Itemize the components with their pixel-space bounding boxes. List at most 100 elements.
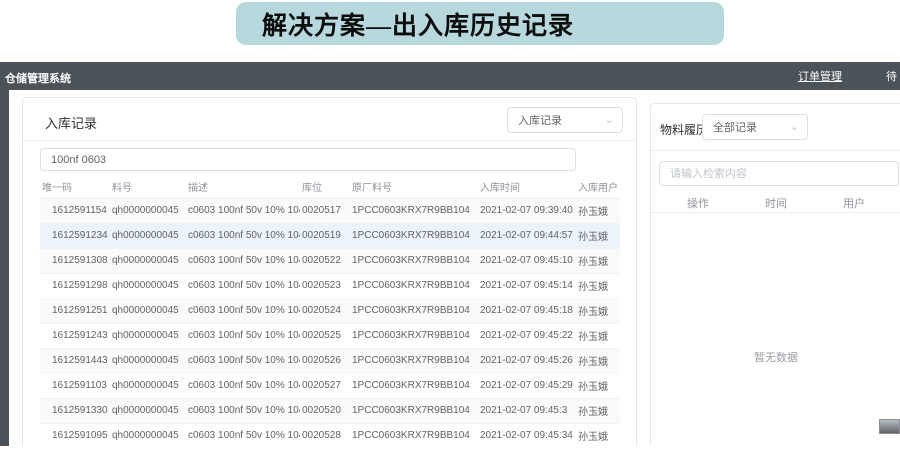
- inbound-search-input[interactable]: [40, 148, 576, 171]
- cell-mfr-part-number: 1PCC0603KRX7R9BB104: [350, 423, 478, 446]
- nav-item[interactable]: 订单管理: [798, 68, 842, 84]
- column-header: 入库时间: [478, 176, 576, 198]
- table-row[interactable]: 1612591443 qh0000000045 c0603 100nf 50v …: [40, 348, 620, 373]
- cell-part-number: qh0000000045: [110, 348, 186, 373]
- cell-unique-code: 1612591103: [40, 373, 110, 398]
- header-nav: 订单管理 待: [798, 62, 897, 90]
- column-header: 唯一码: [40, 176, 110, 198]
- cell-inbound-time: 2021-02-07 09:45:3: [478, 398, 576, 423]
- nav-item[interactable]: 待: [886, 68, 897, 84]
- column-header: 料号: [110, 176, 186, 198]
- history-table-header-row: 操作时间用户: [651, 195, 900, 213]
- inbound-panel-header: 入库记录 入库记录 ⌄: [23, 98, 636, 141]
- empty-state-text: 暂无数据: [651, 349, 900, 365]
- table-row[interactable]: 1612591330 qh0000000045 c0603 100nf 50v …: [40, 398, 620, 423]
- cell-unique-code: 1612591251: [40, 298, 110, 323]
- cell-inbound-user: 孙玉娥: [576, 348, 620, 373]
- cell-part-number: qh0000000045: [110, 198, 186, 223]
- column-header: 库位: [300, 176, 350, 198]
- cell-inbound-user: 孙玉娥: [576, 248, 620, 273]
- chevron-down-icon: ⌄: [790, 120, 799, 133]
- cell-unique-code: 1612591234: [40, 223, 110, 248]
- cell-description: c0603 100nf 50v 10% 104: [186, 223, 300, 248]
- cell-location: 0020522: [300, 248, 350, 273]
- cell-mfr-part-number: 1PCC0603KRX7R9BB104: [350, 273, 478, 298]
- cell-mfr-part-number: 1PCC0603KRX7R9BB104: [350, 323, 478, 348]
- table-row[interactable]: 1612591251 qh0000000045 c0603 100nf 50v …: [40, 298, 620, 323]
- cell-unique-code: 1612591330: [40, 398, 110, 423]
- table-row[interactable]: 1612591154 qh0000000045 c0603 100nf 50v …: [40, 198, 620, 223]
- cell-part-number: qh0000000045: [110, 273, 186, 298]
- cell-part-number: qh0000000045: [110, 398, 186, 423]
- cell-location: 0020519: [300, 223, 350, 248]
- cell-description: c0603 100nf 50v 10% 104: [186, 273, 300, 298]
- cell-inbound-time: 2021-02-07 09:45:34: [478, 423, 576, 446]
- cell-location: 0020526: [300, 348, 350, 373]
- history-panel-title: 物料履历: [660, 121, 708, 138]
- app-header: 仓储管理系统 订单管理 待: [0, 62, 900, 90]
- cell-unique-code: 1612591095: [40, 423, 110, 446]
- cell-inbound-time: 2021-02-07 09:45:22: [478, 323, 576, 348]
- cell-location: 0020523: [300, 273, 350, 298]
- cell-unique-code: 1612591243: [40, 323, 110, 348]
- cell-unique-code: 1612591443: [40, 348, 110, 373]
- cell-mfr-part-number: 1PCC0603KRX7R9BB104: [350, 248, 478, 273]
- column-header: 时间: [737, 195, 815, 212]
- table-row[interactable]: 1612591243 qh0000000045 c0603 100nf 50v …: [40, 323, 620, 348]
- history-search-input[interactable]: [659, 161, 899, 186]
- inbound-table-body: 1612591154 qh0000000045 c0603 100nf 50v …: [40, 198, 620, 446]
- cell-inbound-time: 2021-02-07 09:39:40: [478, 198, 576, 223]
- cell-inbound-user: 孙玉娥: [576, 223, 620, 248]
- cell-location: 0020525: [300, 323, 350, 348]
- page-title: 解决方案—出入库历史记录: [262, 6, 574, 42]
- app-brand: 仓储管理系统: [5, 70, 71, 86]
- cell-inbound-time: 2021-02-07 09:45:29: [478, 373, 576, 398]
- cell-inbound-time: 2021-02-07 09:45:18: [478, 298, 576, 323]
- cell-location: 0020524: [300, 298, 350, 323]
- cell-mfr-part-number: 1PCC0603KRX7R9BB104: [350, 298, 478, 323]
- inbound-panel-title: 入库记录: [45, 113, 97, 132]
- column-header: 描述: [186, 176, 300, 198]
- cell-inbound-user: 孙玉娥: [576, 398, 620, 423]
- cell-description: c0603 100nf 50v 10% 104: [186, 423, 300, 446]
- history-filter-value: 全部记录: [713, 119, 757, 135]
- title-banner: 解决方案—出入库历史记录: [236, 2, 724, 45]
- cell-inbound-time: 2021-02-07 09:45:10: [478, 248, 576, 273]
- record-type-select[interactable]: 入库记录 ⌄: [507, 107, 623, 133]
- table-row[interactable]: 1612591234 qh0000000045 c0603 100nf 50v …: [40, 223, 620, 248]
- cell-mfr-part-number: 1PCC0603KRX7R9BB104: [350, 398, 478, 423]
- column-header: 入库用户: [576, 176, 620, 198]
- cell-part-number: qh0000000045: [110, 223, 186, 248]
- cell-mfr-part-number: 1PCC0603KRX7R9BB104: [350, 223, 478, 248]
- cell-inbound-time: 2021-02-07 09:44:57: [478, 223, 576, 248]
- inbound-table-header-row: 唯一码料号描述库位原厂料号入库时间入库用户: [40, 176, 620, 198]
- cell-unique-code: 1612591154: [40, 198, 110, 223]
- cell-description: c0603 100nf 50v 10% 104: [186, 198, 300, 223]
- inbound-search-row: [23, 141, 636, 174]
- table-row[interactable]: 1612591103 qh0000000045 c0603 100nf 50v …: [40, 373, 620, 398]
- material-history-panel: 物料履历 全部记录 ⌄ 操作时间用户 暂无数据: [650, 103, 900, 446]
- table-row[interactable]: 1612591095 qh0000000045 c0603 100nf 50v …: [40, 423, 620, 446]
- cell-description: c0603 100nf 50v 10% 104: [186, 248, 300, 273]
- scrollbar-thumb[interactable]: [879, 419, 900, 434]
- history-filter-select[interactable]: 全部记录 ⌄: [702, 114, 808, 140]
- cell-unique-code: 1612591298: [40, 273, 110, 298]
- cell-inbound-time: 2021-02-07 09:45:14: [478, 273, 576, 298]
- history-panel-header: 物料履历 全部记录 ⌄: [651, 104, 900, 151]
- cell-inbound-user: 孙玉娥: [576, 198, 620, 223]
- table-row[interactable]: 1612591298 qh0000000045 c0603 100nf 50v …: [40, 273, 620, 298]
- inbound-table: 唯一码料号描述库位原厂料号入库时间入库用户 1612591154 qh00000…: [40, 176, 620, 446]
- cell-inbound-time: 2021-02-07 09:45:26: [478, 348, 576, 373]
- cell-mfr-part-number: 1PCC0603KRX7R9BB104: [350, 198, 478, 223]
- record-type-value: 入库记录: [518, 112, 562, 128]
- cell-location: 0020520: [300, 398, 350, 423]
- cell-part-number: qh0000000045: [110, 373, 186, 398]
- table-row[interactable]: 1612591308 qh0000000045 c0603 100nf 50v …: [40, 248, 620, 273]
- cell-description: c0603 100nf 50v 10% 104: [186, 373, 300, 398]
- cell-location: 0020517: [300, 198, 350, 223]
- column-header: 用户: [815, 195, 893, 212]
- cell-description: c0603 100nf 50v 10% 104: [186, 298, 300, 323]
- cell-part-number: qh0000000045: [110, 423, 186, 446]
- cell-description: c0603 100nf 50v 10% 104: [186, 323, 300, 348]
- cell-part-number: qh0000000045: [110, 298, 186, 323]
